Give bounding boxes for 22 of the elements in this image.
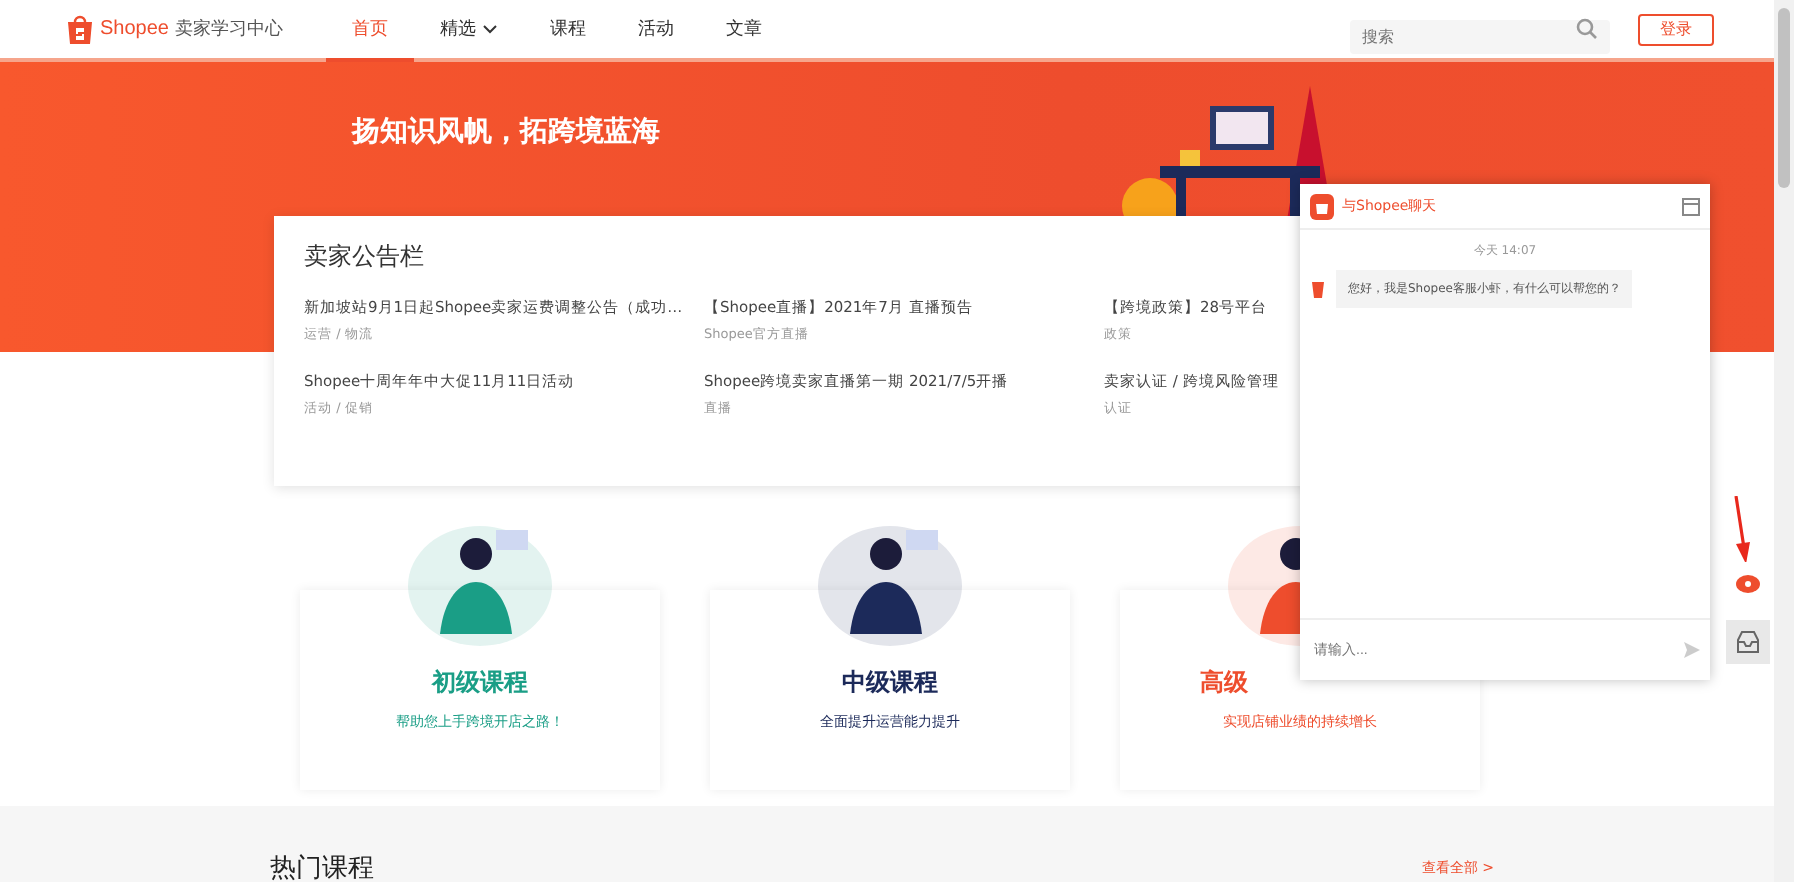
nav-tab[interactable]: 精选 [414,0,524,62]
course-title: 初级课程 [432,666,528,700]
nav-tab[interactable]: 课程 [524,0,612,62]
inbox-icon[interactable] [1726,620,1770,664]
course-title: 中级课程 [842,666,938,700]
pointer-arrow [1732,496,1752,564]
course-title: 高级 [1200,666,1248,700]
site-name: 卖家学习中心 [174,17,283,42]
scrollbar[interactable] [1774,0,1794,882]
login-button[interactable]: 登录 [1638,13,1714,45]
agent-avatar-icon [1310,279,1326,299]
section-title: 热门课程 [270,856,374,882]
search-field[interactable]: 搜索 [1350,20,1610,54]
window-icon[interactable] [1682,197,1700,215]
nav-tab[interactable]: 活动 [612,0,700,62]
search-icon [1576,18,1598,40]
banner-slogan: 扬知识风帆，拓跨境蓝海 [352,114,660,150]
logo-text[interactable]: Shopee [100,18,169,40]
shopping-bag-logo-icon [1310,193,1334,219]
nav-tab[interactable]: 文章 [700,0,788,62]
shopping-bag-logo-icon [66,13,94,45]
notice-board-title: 卖家公告栏 [304,240,424,274]
